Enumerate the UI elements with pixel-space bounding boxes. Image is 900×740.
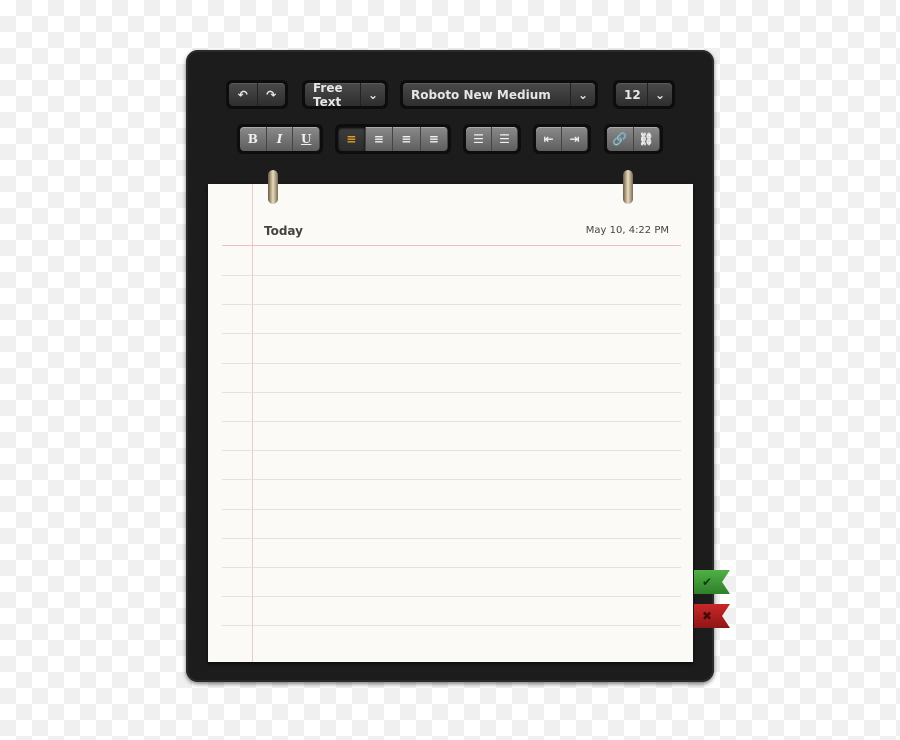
chevron-down-icon[interactable]: ⌄ <box>571 83 595 106</box>
underline-button[interactable]: U <box>293 127 321 151</box>
chevron-down-icon[interactable]: ⌄ <box>648 83 672 106</box>
history-group: ↶ ↷ <box>226 80 288 109</box>
ruled-line <box>222 304 681 306</box>
ruled-line <box>222 275 681 276</box>
ruled-line <box>222 450 681 452</box>
font-value: Roboto New Medium <box>403 83 571 106</box>
ruled-line <box>222 625 681 627</box>
note-datetime: May 10, 4:22 PM <box>585 225 669 236</box>
list-group: ☰ ☰ <box>463 124 521 154</box>
ruled-line <box>222 537 681 539</box>
confirm-button[interactable]: ✔ <box>694 570 730 594</box>
header-line <box>222 245 681 246</box>
binder-ring <box>268 170 278 204</box>
align-right-button[interactable]: ≡ <box>393 127 421 151</box>
margin-line <box>252 184 253 662</box>
note-paper[interactable]: Today May 10, 4:22 PM <box>208 184 693 662</box>
check-icon: ✔ <box>702 575 713 589</box>
ruled-line <box>222 567 681 568</box>
italic-button[interactable]: I <box>266 127 294 151</box>
indent-button[interactable]: ⇥ <box>562 127 588 151</box>
undo-button[interactable]: ↶ <box>229 83 258 106</box>
font-select[interactable]: Roboto New Medium ⌄ <box>400 80 598 109</box>
align-left-button[interactable]: ≡ <box>338 127 366 151</box>
cancel-button[interactable]: ✖ <box>694 604 730 628</box>
size-value: 12 <box>616 83 648 106</box>
size-select[interactable]: 12 ⌄ <box>613 80 675 109</box>
ruled-line <box>222 421 681 422</box>
indent-group: ⇤ ⇥ <box>533 124 591 154</box>
link-group: 🔗 ⛓ <box>604 124 663 154</box>
link-button[interactable]: 🔗 <box>607 127 634 151</box>
chevron-down-icon[interactable]: ⌄ <box>361 83 385 106</box>
close-icon: ✖ <box>702 609 713 623</box>
justify-button[interactable]: ≡ <box>420 127 448 151</box>
binder-ring <box>623 170 633 204</box>
outdent-button[interactable]: ⇤ <box>536 127 562 151</box>
bullet-list-button[interactable]: ☰ <box>466 127 492 151</box>
format-group: B I U <box>237 124 323 154</box>
align-group: ≡ ≡ ≡ ≡ <box>335 124 451 154</box>
ruled-line <box>222 362 681 364</box>
ruled-line <box>222 391 681 393</box>
align-center-button[interactable]: ≡ <box>365 127 393 151</box>
bold-button[interactable]: B <box>240 127 267 151</box>
ruled-line <box>222 479 681 481</box>
redo-button[interactable]: ↷ <box>257 83 285 106</box>
ruled-line <box>222 508 681 510</box>
ruled-line <box>222 333 681 335</box>
note-title: Today <box>264 224 303 238</box>
style-value: Free Text <box>305 81 361 109</box>
numbered-list-button[interactable]: ☰ <box>492 127 518 151</box>
style-select[interactable]: Free Text ⌄ <box>302 80 388 109</box>
ruled-line <box>222 596 681 598</box>
unlink-button[interactable]: ⛓ <box>633 127 660 151</box>
